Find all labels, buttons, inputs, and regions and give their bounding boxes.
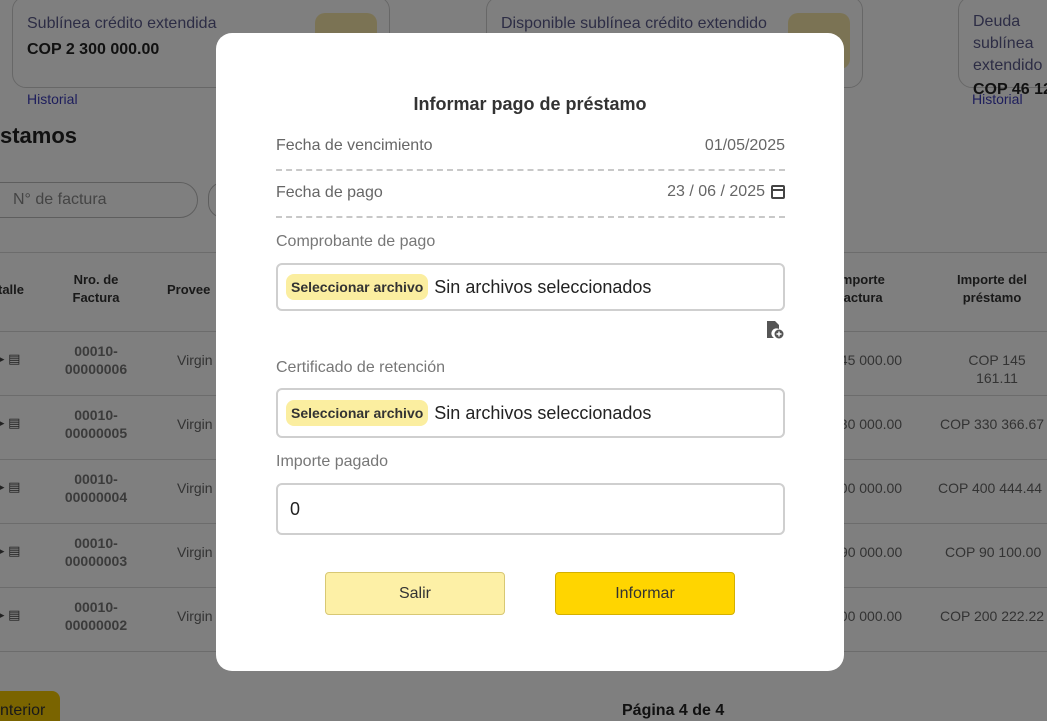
amount-label: Importe pagado bbox=[276, 453, 389, 470]
payment-date-input[interactable]: 23 / 06 / 2025 bbox=[667, 183, 785, 201]
file-status-text: Sin archivos seleccionados bbox=[434, 276, 652, 297]
payment-date-row: Fecha de pago 23 / 06 / 2025 bbox=[276, 178, 785, 218]
payment-date-label: Fecha de pago bbox=[276, 184, 383, 201]
calendar-icon[interactable] bbox=[771, 185, 785, 199]
payment-report-modal: Informar pago de préstamo Fecha de venci… bbox=[216, 33, 844, 671]
receipt-label: Comprobante de pago bbox=[276, 233, 436, 250]
modal-title: Informar pago de préstamo bbox=[413, 94, 647, 114]
select-file-button[interactable]: Seleccionar archivo bbox=[286, 274, 429, 300]
withholding-file-input[interactable]: Seleccionar archivo Sin archivos selecci… bbox=[276, 388, 785, 438]
amount-paid-input[interactable]: 0 bbox=[276, 483, 785, 535]
select-file-button[interactable]: Seleccionar archivo bbox=[286, 400, 429, 426]
due-date-value: 01/05/2025 bbox=[704, 137, 785, 154]
withholding-label: Certificado de retención bbox=[276, 359, 445, 376]
file-upload-icon[interactable] bbox=[764, 320, 784, 340]
due-date-label: Fecha de vencimiento bbox=[276, 137, 433, 154]
due-date-row: Fecha de vencimiento 01/05/2025 bbox=[276, 131, 785, 171]
file-status-text: Sin archivos seleccionados bbox=[434, 402, 652, 423]
inform-button[interactable]: Informar bbox=[555, 572, 735, 615]
payment-date-value: 23 / 06 / 2025 bbox=[667, 183, 765, 200]
receipt-file-input[interactable]: Seleccionar archivo Sin archivos selecci… bbox=[276, 263, 785, 311]
exit-button[interactable]: Salir bbox=[325, 572, 505, 615]
